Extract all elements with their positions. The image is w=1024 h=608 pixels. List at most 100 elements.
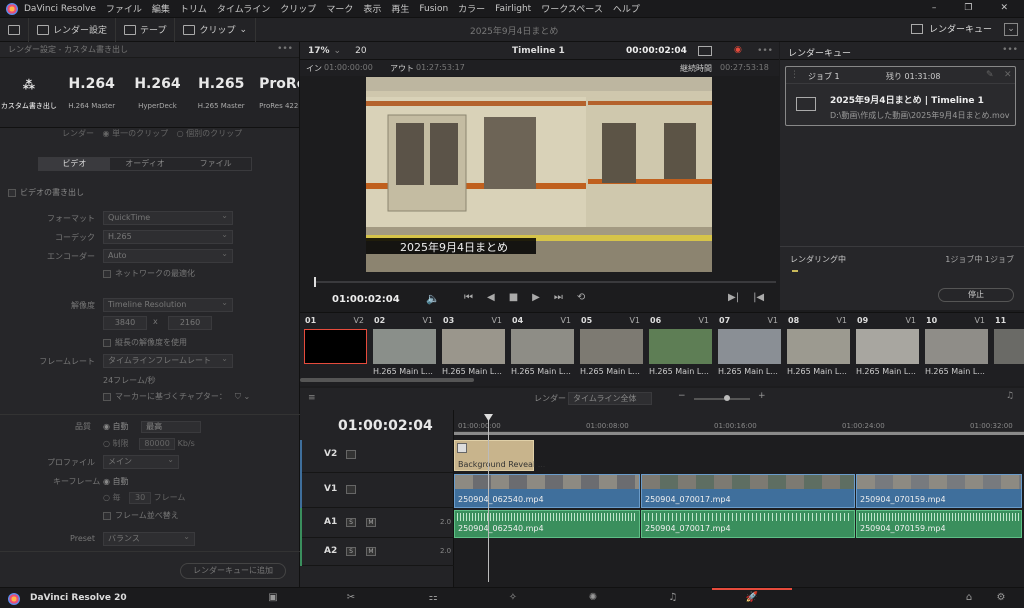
keyframe-num-input[interactable]: 30: [129, 492, 152, 504]
quality-auto-radio[interactable]: ◉: [103, 422, 110, 431]
zoom-out-icon[interactable]: −: [678, 391, 686, 401]
v2-title-clip[interactable]: Background Reveal ...: [454, 440, 545, 471]
render-settings-button[interactable]: レンダー設定: [29, 17, 117, 42]
menu-help[interactable]: ヘルプ: [613, 2, 640, 15]
menu-edit[interactable]: 編集: [152, 2, 170, 15]
home-icon[interactable]: ⌂: [962, 592, 976, 604]
deliver-page-icon[interactable]: 🚀: [745, 592, 759, 604]
chevron-down-icon[interactable]: ⌄: [243, 392, 250, 401]
clip-thumb-06[interactable]: 06 V1 H.265 Main L...: [645, 313, 713, 385]
speaker-icon[interactable]: 🔈: [426, 292, 440, 305]
edit-page-icon[interactable]: ⚏: [426, 592, 440, 604]
v1-clip-3[interactable]: 250904_070159.mp4: [856, 474, 1022, 508]
expand-icon[interactable]: ⌄: [1004, 23, 1018, 36]
render-scope-select[interactable]: タイムライン全体: [568, 392, 652, 405]
next-frame-icon[interactable]: ▶|: [728, 292, 739, 303]
v1-clip-2[interactable]: 250904_070017.mp4: [641, 474, 855, 508]
v1-clip-1[interactable]: 250904_062540.mp4: [454, 474, 640, 508]
clip-thumb-05[interactable]: 05 V1 H.265 Main L...: [576, 313, 644, 385]
a1-clip-3[interactable]: 250904_070159.mp4: [856, 510, 1022, 538]
menu-view[interactable]: 表示: [363, 2, 381, 15]
track-monitor-icon[interactable]: [346, 450, 356, 459]
track-v1[interactable]: V1: [300, 473, 454, 508]
preset-select[interactable]: バランス: [103, 531, 195, 546]
clip-thumb-01[interactable]: 01 V2: [300, 313, 368, 385]
mute-button[interactable]: M: [366, 518, 376, 527]
res-width-input[interactable]: 3840: [103, 316, 147, 330]
clip-thumb-02[interactable]: 02 V1 H.265 Main L...: [369, 313, 437, 385]
close-icon[interactable]: ✕: [1000, 3, 1008, 13]
play-reverse-icon[interactable]: ◀: [487, 292, 495, 303]
media-pool-toggle[interactable]: [0, 17, 29, 42]
menu-trim[interactable]: トリム: [180, 2, 207, 15]
clip-button[interactable]: クリップ ⌄: [175, 17, 257, 42]
zoom-slider[interactable]: [694, 398, 750, 400]
playhead[interactable]: [488, 416, 489, 582]
more-icon[interactable]: •••: [277, 44, 293, 54]
media-page-icon[interactable]: ▣: [266, 592, 280, 604]
track-monitor-icon[interactable]: [346, 485, 356, 494]
timeline-select[interactable]: Timeline 1: [512, 46, 565, 56]
play-icon[interactable]: ▶: [532, 292, 540, 303]
quality-select[interactable]: 最高: [141, 421, 202, 433]
zoom-slider-handle[interactable]: [724, 395, 730, 401]
color-wheel-icon[interactable]: ◉: [734, 45, 742, 55]
audio-meter-icon[interactable]: ♫: [1006, 391, 1014, 401]
scrubber-track[interactable]: [314, 281, 776, 283]
clip-thumb-07[interactable]: 07 V1 H.265 Main L...: [714, 313, 782, 385]
viewer-timecode[interactable]: 00:00:02:04: [626, 46, 687, 56]
more-icon[interactable]: •••: [757, 46, 773, 56]
strip-scrollbar[interactable]: [300, 378, 474, 382]
menu-playback[interactable]: 再生: [391, 2, 409, 15]
solo-button[interactable]: S: [346, 547, 356, 556]
list-icon[interactable]: ≡: [308, 393, 316, 403]
scrubber-handle[interactable]: [314, 277, 316, 287]
fairlight-page-icon[interactable]: ♫: [666, 592, 680, 604]
menu-color[interactable]: カラー: [458, 2, 485, 15]
tape-button[interactable]: テープ: [116, 17, 176, 42]
color-page-icon[interactable]: ✺: [586, 592, 600, 604]
preset-h264-master[interactable]: H.264 H.264 Master: [58, 76, 126, 110]
settings-gear-icon[interactable]: ⚙: [994, 592, 1008, 604]
export-video-checkbox[interactable]: [8, 188, 16, 197]
clip-thumb-11[interactable]: 11: [990, 313, 1024, 385]
zoom-in-icon[interactable]: +: [758, 391, 766, 401]
video-preview[interactable]: 2025年9月4日まとめ: [366, 77, 712, 272]
render-job-card[interactable]: ⋮ ジョブ 1 残り 01:31:08 ✎ ✕ 2025年9月4日まとめ | T…: [785, 66, 1016, 126]
maximize-icon[interactable]: ❐: [964, 3, 972, 13]
menu-file[interactable]: ファイル: [106, 2, 142, 15]
menu-mark[interactable]: マーク: [326, 2, 353, 15]
format-select[interactable]: QuickTime: [103, 210, 233, 225]
stop-icon[interactable]: ■: [509, 292, 518, 303]
solo-button[interactable]: S: [346, 518, 356, 527]
tab-audio[interactable]: オーディオ: [110, 158, 181, 170]
timeline-area[interactable]: 01:00:00:00 01:00:08:00 01:00:16:00 01:0…: [454, 410, 1024, 588]
menu-workspace[interactable]: ワークスペース: [541, 2, 603, 15]
more-icon[interactable]: •••: [1002, 45, 1018, 55]
preset-h265-master[interactable]: H.265 H.265 Master: [189, 76, 253, 110]
a1-clip-2[interactable]: 250904_070017.mp4: [641, 510, 855, 538]
a1-clip-1[interactable]: 250904_062540.mp4: [454, 510, 640, 538]
close-icon[interactable]: ✕: [1004, 70, 1012, 80]
stop-button[interactable]: 停止: [938, 288, 1014, 302]
codec-select[interactable]: H.265: [103, 229, 233, 244]
minimize-icon[interactable]: –: [932, 3, 937, 13]
network-opt-checkbox[interactable]: [103, 269, 111, 278]
radio-single[interactable]: ◉: [103, 129, 110, 138]
preset-hyperdeck[interactable]: H.264 HyperDeck: [126, 76, 190, 110]
encoder-select[interactable]: Auto: [103, 248, 233, 263]
quality-limit-radio[interactable]: ○: [103, 439, 110, 448]
framerate-select[interactable]: タイムラインフレームレート: [103, 353, 233, 368]
prev-frame-icon[interactable]: |◀: [753, 292, 764, 303]
keyframe-every-radio[interactable]: ○: [103, 493, 110, 502]
render-queue-toggle[interactable]: レンダーキュー: [910, 22, 992, 35]
keyframe-auto-radio[interactable]: ◉: [103, 477, 110, 486]
viewer-mode-icon[interactable]: [698, 46, 712, 56]
clip-thumb-08[interactable]: 08 V1 H.265 Main L...: [783, 313, 851, 385]
skip-back-icon[interactable]: ⏮: [464, 292, 473, 303]
bitrate-input[interactable]: 80000: [139, 438, 176, 450]
mute-button[interactable]: M: [366, 547, 376, 556]
vertical-res-checkbox[interactable]: [103, 338, 111, 347]
preset-custom[interactable]: ⁂ カスタム書き出し: [0, 75, 58, 111]
clip-thumb-09[interactable]: 09 V1 H.265 Main L...: [852, 313, 920, 385]
